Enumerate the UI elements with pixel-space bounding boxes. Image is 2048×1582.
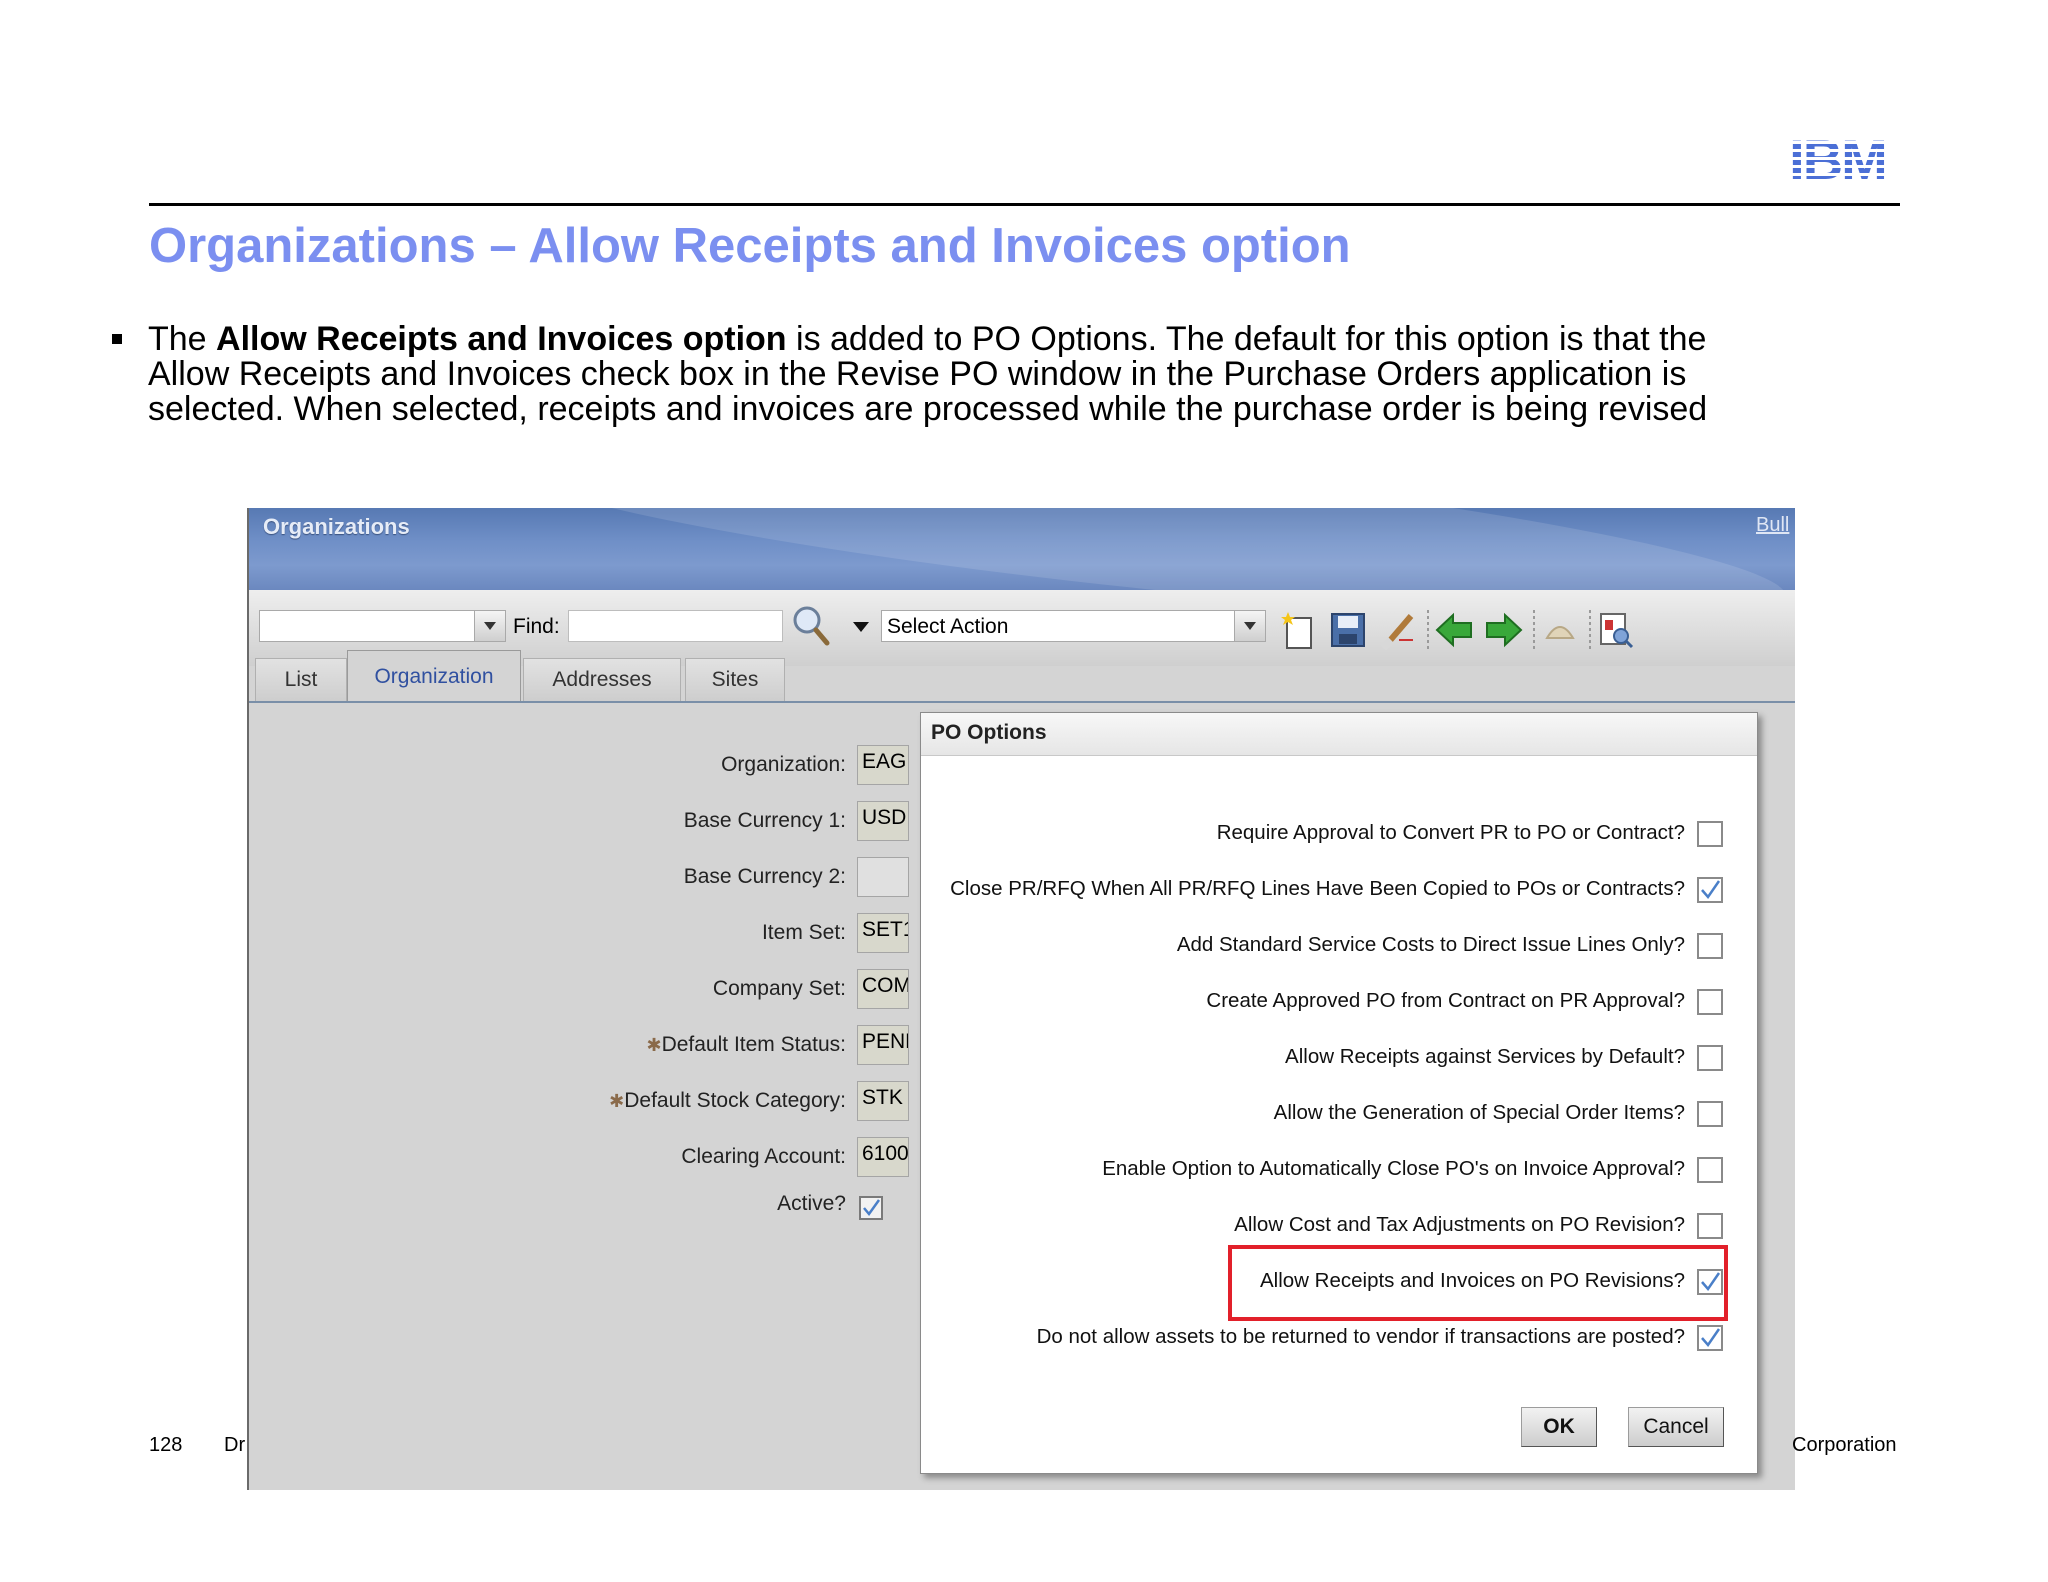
default-stock-category-text: Default Stock Category: — [624, 1089, 846, 1112]
app-title: Organizations — [263, 514, 410, 539]
previous-record-icon[interactable] — [1435, 610, 1473, 650]
item-set-field[interactable]: SET1 — [857, 913, 909, 953]
bulletin-board-icon[interactable] — [1541, 610, 1579, 650]
active-label: Active? — [777, 1192, 846, 1215]
saved-query-select[interactable] — [259, 610, 506, 642]
base-currency-1-field[interactable]: USD — [857, 801, 909, 841]
bullet-intro: The — [148, 320, 217, 358]
action-menu-arrow-icon[interactable] — [853, 622, 869, 632]
bullet-bold-text: Allow Receipts and Invoices option — [216, 320, 787, 358]
page-number: 128 — [149, 1434, 183, 1456]
default-item-status-text: Default Item Status: — [661, 1033, 846, 1056]
tab-list[interactable]: List — [255, 658, 347, 702]
base-currency-2-label: Base Currency 2: — [683, 865, 846, 888]
default-item-status-label: ✱Default Item Status: — [646, 1033, 846, 1057]
tab-bar: List Organization Addresses Sites — [249, 650, 1795, 703]
toolbar-separator — [1427, 610, 1429, 650]
option-label: Allow the Generation of Special Order It… — [1273, 1101, 1685, 1124]
option-label: Allow Cost and Tax Adjustments on PO Rev… — [1234, 1213, 1685, 1236]
company-set-label: Company Set: — [712, 977, 846, 1000]
option-label: Allow Receipts against Services by Defau… — [1285, 1045, 1685, 1068]
select-action-dropdown[interactable]: Select Action — [881, 610, 1266, 642]
highlight-annotation-box — [1228, 1245, 1728, 1321]
bulletin-link[interactable]: Bull — [1756, 514, 1789, 537]
dialog-title: PO Options — [931, 721, 1047, 744]
footer-left-text: Dr — [224, 1434, 246, 1456]
logo-stripe — [1776, 149, 1899, 152]
default-stock-category-label: ✱Default Stock Category: — [609, 1089, 846, 1113]
logo-stripe — [1776, 157, 1899, 160]
tab-addresses[interactable]: Addresses — [523, 658, 681, 702]
option-checkbox[interactable] — [1697, 877, 1723, 903]
base-currency-2-field[interactable] — [857, 857, 909, 897]
chevron-down-icon[interactable] — [1234, 611, 1265, 641]
option-checkbox[interactable] — [1697, 1325, 1723, 1351]
find-input[interactable] — [568, 610, 783, 642]
ibm-logo: IBM — [1776, 132, 1899, 188]
clearing-account-label: Clearing Account: — [681, 1145, 846, 1168]
cancel-button[interactable]: Cancel — [1628, 1407, 1724, 1447]
option-label: Add Standard Service Costs to Direct Iss… — [1176, 933, 1685, 956]
option-label: Require Approval to Convert PR to PO or … — [1216, 821, 1685, 844]
bullet-text: The Allow Receipts and Invoices option i… — [148, 322, 1768, 427]
save-icon[interactable] — [1329, 610, 1367, 650]
default-item-status-field[interactable]: PENDING — [857, 1025, 909, 1065]
option-checkbox[interactable] — [1697, 821, 1723, 847]
option-label: Enable Option to Automatically Close PO'… — [1102, 1157, 1685, 1180]
organization-label: Organization: — [721, 753, 846, 776]
select-action-label: Select Action — [887, 615, 1009, 638]
logo-stripe — [1776, 173, 1899, 176]
option-checkbox[interactable] — [1697, 989, 1723, 1015]
option-checkbox[interactable] — [1697, 1213, 1723, 1239]
required-star-icon: ✱ — [609, 1091, 625, 1111]
view-history-icon[interactable] — [1597, 610, 1635, 650]
option-checkbox[interactable] — [1697, 1157, 1723, 1183]
toolbar-separator — [1589, 610, 1591, 650]
chevron-down-icon[interactable] — [474, 611, 505, 641]
active-checkbox[interactable] — [859, 1196, 883, 1220]
footer-right-text: Corporation — [1792, 1434, 1897, 1456]
toolbar-separator — [1533, 610, 1535, 650]
company-set-field[interactable]: COMP — [857, 969, 909, 1009]
search-icon[interactable] — [791, 604, 831, 648]
header-rule — [149, 203, 1900, 206]
ok-button[interactable]: OK — [1521, 1407, 1597, 1447]
clearing-account-field[interactable]: 6100- — [857, 1137, 909, 1177]
next-record-icon[interactable] — [1485, 610, 1523, 650]
organization-field[interactable]: EAGLE — [857, 745, 909, 785]
clear-changes-icon[interactable] — [1379, 610, 1417, 650]
po-options-dialog: PO Options Require Approval to Convert P… — [920, 712, 1758, 1474]
slide-title: Organizations – Allow Receipts and Invoi… — [149, 219, 1351, 273]
base-currency-1-label: Base Currency 1: — [683, 809, 846, 832]
required-star-icon: ✱ — [646, 1035, 662, 1055]
bullet-marker — [112, 334, 122, 344]
option-label: Create Approved PO from Contract on PR A… — [1206, 989, 1685, 1012]
dialog-title-bar: PO Options — [921, 713, 1757, 756]
new-record-icon[interactable] — [1279, 610, 1317, 650]
option-checkbox[interactable] — [1697, 933, 1723, 959]
tab-underline — [249, 701, 1795, 703]
logo-stripe — [1776, 165, 1899, 168]
option-label: Close PR/RFQ When All PR/RFQ Lines Have … — [950, 877, 1685, 900]
option-checkbox[interactable] — [1697, 1045, 1723, 1071]
default-stock-category-field[interactable]: STK — [857, 1081, 909, 1121]
find-label: Find: — [513, 615, 560, 638]
tab-sites[interactable]: Sites — [685, 658, 785, 702]
tab-organization[interactable]: Organization — [347, 650, 521, 703]
app-header: Organizations Bull — [249, 508, 1795, 656]
logo-stripe — [1776, 141, 1899, 144]
option-label: Do not allow assets to be returned to ve… — [1036, 1325, 1685, 1348]
item-set-label: Item Set: — [761, 921, 846, 944]
option-checkbox[interactable] — [1697, 1101, 1723, 1127]
